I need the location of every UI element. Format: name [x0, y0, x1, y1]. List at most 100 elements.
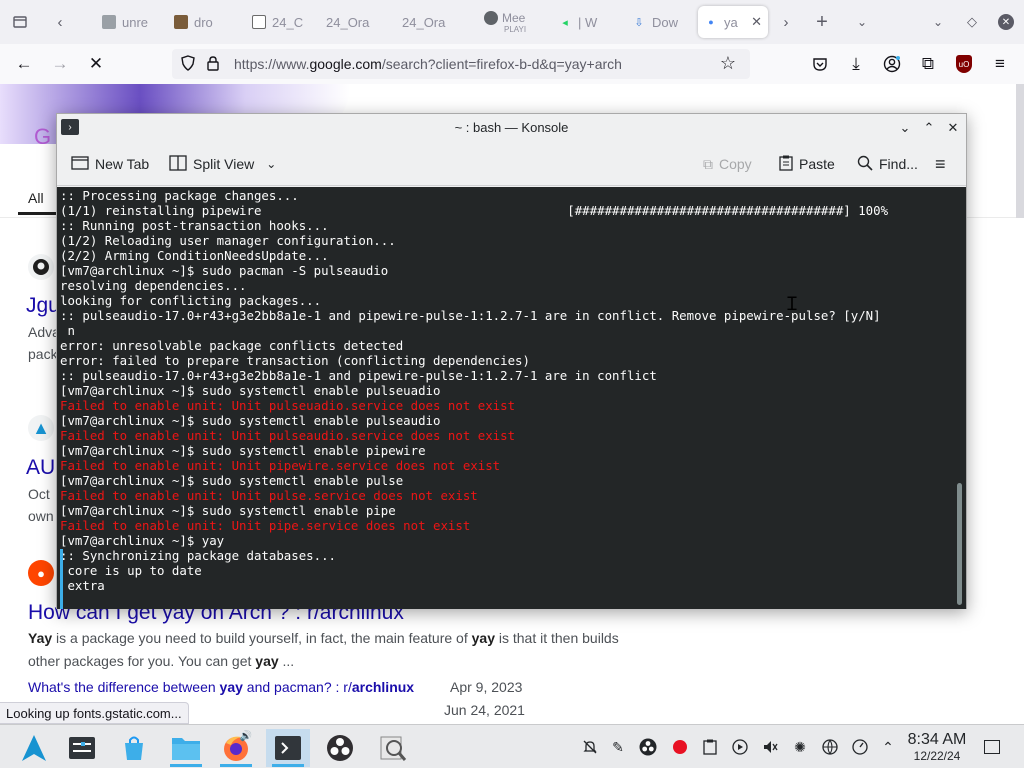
result-snippet-1b: pack	[28, 346, 58, 362]
terminal-line: :: pulseaudio-17.0+r43+g3e2bb8a1e-1 and …	[60, 308, 881, 323]
konsole-taskbar-icon[interactable]	[266, 729, 310, 767]
firefox-icon[interactable]: 🔊	[214, 729, 258, 767]
chevron-down-icon[interactable]: ⌄	[848, 8, 876, 36]
updates-gauge-icon[interactable]	[850, 737, 870, 757]
split-view-button[interactable]: Split View ⌄	[169, 154, 276, 174]
tab-3[interactable]: 24_C	[246, 6, 316, 38]
tracking-shield-icon[interactable]	[180, 55, 196, 74]
minimize-window-icon[interactable]: ⌄	[924, 8, 952, 36]
show-desktop-icon[interactable]	[982, 737, 1002, 757]
snippet-bold-text: yay	[255, 653, 279, 669]
related-result-link[interactable]: What's the difference between yay and pa…	[28, 679, 414, 695]
clipboard-icon[interactable]	[700, 737, 720, 757]
snippet-text: and pacman? : r/	[242, 679, 352, 695]
image-viewer-icon[interactable]	[370, 729, 414, 767]
find-button[interactable]: Find...	[857, 154, 918, 174]
terminal-scrollbar[interactable]	[957, 483, 962, 605]
hamburger-menu-icon[interactable]: ≡	[935, 154, 946, 174]
terminal-area[interactable]: :: Processing package changes... (1/1) re…	[57, 187, 966, 609]
copy-button[interactable]: ⧉ Copy	[703, 154, 752, 174]
back-arrow-icon[interactable]: ←	[10, 50, 38, 78]
google-logo[interactable]: G	[34, 124, 51, 150]
stop-loading-icon[interactable]: ✕	[82, 50, 110, 78]
scroll-tabs-left-icon[interactable]: ‹	[46, 8, 74, 36]
forward-arrow-icon[interactable]: →	[46, 50, 74, 78]
files-icon	[252, 15, 266, 29]
terminal-line: [vm7@archlinux ~]$ sudo systemctl enable…	[60, 413, 441, 428]
notifications-muted-icon[interactable]	[580, 737, 600, 757]
github-icon	[102, 15, 116, 29]
maximize-chevron-icon[interactable]: ⌃	[919, 118, 939, 138]
arch-linux-launcher-icon[interactable]	[12, 729, 56, 767]
konsole-titlebar[interactable]: › ~ : bash — Konsole ⌄ ⌃ ✕	[57, 114, 966, 142]
volume-muted-icon[interactable]	[760, 737, 780, 757]
result-title-2[interactable]: AU	[26, 456, 55, 480]
close-tab-icon[interactable]: ✕	[751, 14, 762, 30]
terminal-line: extra	[60, 578, 105, 593]
terminal-line: :: Running post-transaction hooks...	[60, 218, 329, 233]
terminal-line: resolving dependencies...	[60, 278, 247, 293]
minimize-chevron-icon[interactable]: ⌄	[895, 118, 915, 138]
terminal-line: [vm7@archlinux ~]$ yay	[60, 533, 225, 548]
tab-4[interactable]: 24_Ora	[320, 6, 392, 38]
brightness-icon[interactable]: ✺	[790, 737, 810, 757]
browser-tab-strip: ‹ unre dro 24_C 24_Ora 24_Ora Mee PLAYI …	[0, 0, 1024, 44]
reddit-result-snippet-1: Yay is a package you need to build yours…	[28, 630, 619, 646]
ublock-origin-icon[interactable]: uO	[950, 50, 978, 78]
tab-8[interactable]: ⇩ Dow	[626, 6, 696, 38]
account-icon[interactable]	[878, 50, 906, 78]
lock-icon[interactable]	[206, 55, 220, 74]
split-view-icon	[169, 154, 187, 174]
terminal-line: [vm7@archlinux ~]$ sudo systemctl enable…	[60, 503, 396, 518]
tab-active-yay-search[interactable]: ● ya ✕	[698, 6, 768, 38]
system-settings-icon[interactable]	[60, 729, 104, 767]
url-bar[interactable]: https://www.google.com/search?client=fir…	[172, 49, 750, 79]
obs-tray-icon[interactable]	[638, 737, 658, 757]
search-tab-all[interactable]: All	[28, 190, 44, 206]
media-player-icon[interactable]	[730, 737, 750, 757]
network-icon[interactable]	[820, 737, 840, 757]
result-title-1[interactable]: Jgu	[26, 294, 60, 318]
tab-1[interactable]: unre	[96, 6, 166, 38]
file-manager-icon[interactable]	[164, 729, 208, 767]
new-tab-plus-icon[interactable]: +	[808, 8, 836, 36]
search-icon	[857, 155, 873, 174]
url-text[interactable]: https://www.google.com/search?client=fir…	[234, 56, 622, 72]
terminal-line: :: pulseaudio-17.0+r43+g3e2bb8a1e-1 and …	[60, 368, 657, 383]
close-icon[interactable]: ✕	[943, 118, 963, 138]
tab-5[interactable]: 24_Ora	[396, 6, 468, 38]
other-result-date: Jun 24, 2021	[444, 702, 525, 718]
tab-7[interactable]: ◂ | W	[552, 6, 624, 38]
close-window-icon[interactable]: ✕	[992, 8, 1020, 36]
terminal-error-line: Failed to enable unit: Unit pulse.servic…	[60, 488, 478, 503]
obs-studio-icon[interactable]	[318, 729, 362, 767]
result-snippet-2b: own	[28, 508, 54, 524]
paste-button[interactable]: Paste	[779, 154, 835, 174]
terminal-line: :: Synchronizing package databases...	[60, 548, 337, 563]
list-all-tabs-icon[interactable]	[6, 8, 34, 36]
snippet-bold-text: Yay	[28, 630, 53, 646]
hamburger-menu-icon[interactable]: ≡	[986, 50, 1014, 78]
terminal-line: looking for conflicting packages...	[60, 293, 322, 308]
digital-clock[interactable]: 8:34 AM 12/22/24	[900, 731, 974, 763]
scroll-tabs-right-icon[interactable]: ›	[772, 8, 800, 36]
extensions-puzzle-icon[interactable]: ⧉	[914, 50, 942, 78]
pocket-icon[interactable]	[806, 50, 834, 78]
new-tab-button[interactable]: New Tab	[71, 154, 149, 174]
kde-connect-icon[interactable]: ✎	[608, 737, 628, 757]
page-scrollbar[interactable]	[1016, 84, 1024, 218]
downloads-icon[interactable]: ⤓	[842, 50, 870, 78]
show-hidden-icons-chevron[interactable]: ⌃	[878, 737, 898, 757]
snippet-bold-text: archlinux	[351, 679, 415, 695]
terminal-error-line: Failed to enable unit: Unit pulseaudio.s…	[60, 428, 516, 443]
discover-store-icon[interactable]	[112, 729, 156, 767]
audio-playing-icon: 🔊	[239, 731, 252, 742]
taskbar: 🔊 ✎ ✺ ⌃ 8:34 AM 12/22/24	[0, 724, 1024, 768]
tab-2[interactable]: dro	[168, 6, 238, 38]
restore-window-icon[interactable]: ◇	[958, 8, 986, 36]
terminal-error-line: Failed to enable unit: Unit pipe.service…	[60, 518, 471, 533]
mouse-ibeam-cursor: Ｉ	[783, 294, 801, 315]
bookmark-star-icon[interactable]: ☆	[720, 53, 736, 74]
tab-6[interactable]: Mee PLAYI	[478, 6, 548, 38]
recording-indicator-icon[interactable]	[670, 737, 690, 757]
